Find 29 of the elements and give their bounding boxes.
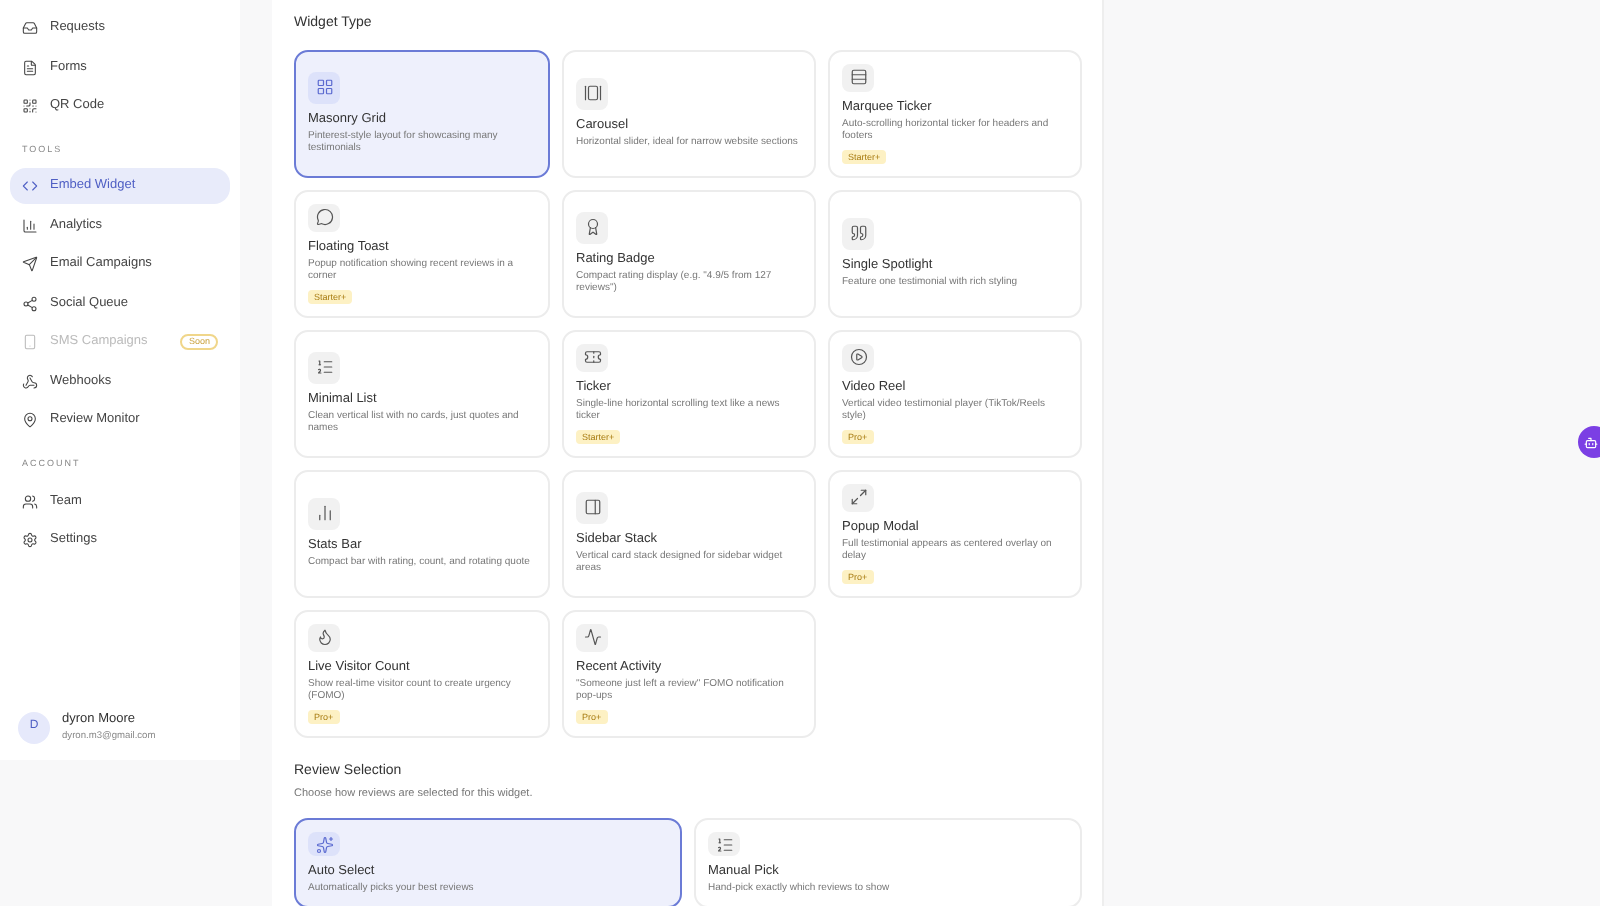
code-icon: [22, 178, 38, 195]
webhook-icon: [22, 373, 38, 390]
grid-icon: [315, 78, 333, 96]
settings-icon: [22, 532, 38, 548]
share-icon: [22, 295, 38, 312]
document-icon: [22, 59, 38, 75]
award-icon: [583, 218, 601, 236]
activity-icon: [583, 628, 601, 646]
rows-icon: [849, 68, 867, 86]
play-icon: [849, 348, 867, 366]
ticket-icon: [583, 348, 601, 366]
qr-code-icon: [22, 98, 38, 114]
panel-icon: [583, 498, 601, 516]
phone-icon: [22, 334, 38, 351]
sparkles-icon: [315, 835, 333, 853]
quote-icon: [849, 224, 867, 243]
send-icon: [22, 256, 38, 273]
list-icon: [315, 358, 333, 376]
bar-chart-icon: [315, 504, 333, 523]
inbox-icon: [22, 20, 38, 36]
chat-bubble-icon: [315, 208, 333, 226]
map-pin-icon: [22, 412, 38, 429]
expand-icon: [849, 488, 867, 506]
users-icon: [22, 493, 38, 509]
list-icon: [715, 835, 733, 853]
carousel-icon: [583, 84, 601, 103]
robot-icon: [1584, 435, 1598, 449]
bar-chart-icon: [22, 217, 38, 234]
flame-icon: [315, 628, 333, 646]
